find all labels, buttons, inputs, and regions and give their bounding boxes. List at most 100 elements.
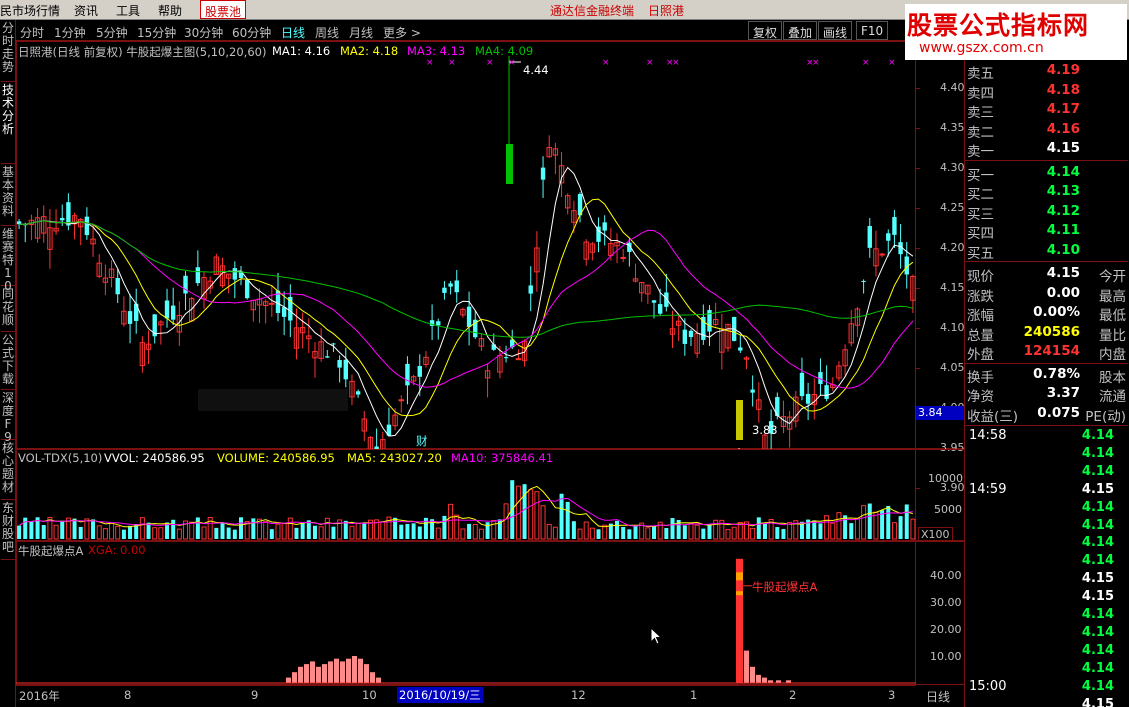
- candle-body: [651, 300, 657, 303]
- volume-bar: [226, 527, 231, 539]
- indicator-axis: [915, 541, 965, 685]
- period-daily[interactable]: 日线: [281, 24, 305, 41]
- volume-bar: [214, 527, 219, 539]
- volume-bar: [843, 515, 848, 539]
- tick-row: 4.14: [965, 606, 1128, 624]
- candle-body: [170, 305, 176, 320]
- volume-bar: [287, 517, 293, 540]
- side-tab-tonghuashun[interactable]: 同花顺: [1, 288, 15, 332]
- volume-bar: [731, 526, 737, 540]
- volume-bar: [201, 526, 207, 540]
- quote-sell-row: 卖五 4.19: [965, 61, 1128, 82]
- quote-buy-row: 买三 4.12: [965, 202, 1128, 223]
- quote-stat-label2: 今开: [1099, 269, 1126, 285]
- volume-bar: [645, 527, 651, 540]
- period-indicator[interactable]: 日线: [926, 688, 950, 705]
- menu-help[interactable]: 帮助: [158, 2, 182, 19]
- side-tab-core[interactable]: 核心题材: [1, 442, 15, 500]
- tick-row: 4.14: [965, 660, 1128, 678]
- signal-bar-yellow: [736, 400, 743, 440]
- tick-row: 4.15: [965, 570, 1128, 588]
- kline-chart[interactable]: × × × × × × ×× ×× × ×: [16, 41, 916, 449]
- side-tab-fenshi[interactable]: 分时走势: [1, 22, 15, 82]
- quote-stat-row: 换手 0.78% 股本: [965, 365, 1128, 386]
- signal-marker: ×: [602, 58, 610, 68]
- indicator-bar: [304, 664, 309, 683]
- volume-bar: [324, 517, 330, 540]
- draw-line-button[interactable]: 画线: [818, 21, 853, 40]
- period-fenshi[interactable]: 分时: [20, 24, 44, 41]
- side-tab-tech[interactable]: 技术分析: [1, 84, 15, 164]
- quote-stat-label: 涨跌: [967, 288, 994, 305]
- quote-sell-price: 4.17: [1046, 101, 1080, 117]
- tick-row: 4.14: [965, 463, 1128, 481]
- volume-bar: [670, 518, 675, 539]
- volume-bar: [128, 525, 133, 539]
- tick-row: 4.14: [965, 445, 1128, 463]
- volume-bar: [17, 525, 22, 539]
- quote-stat-label2: 最高: [1099, 288, 1126, 305]
- kline-tick-mark: [916, 168, 920, 169]
- volume-bar: [491, 519, 497, 540]
- fuquan-button[interactable]: 复权: [748, 21, 783, 40]
- candle-body: [688, 330, 694, 338]
- side-tab-basic[interactable]: 基本资料: [1, 166, 15, 226]
- volume-bar: [435, 527, 441, 540]
- period-weekly[interactable]: 周线: [315, 24, 339, 41]
- menu-news[interactable]: 资讯: [74, 2, 98, 19]
- candle-body: [84, 216, 90, 236]
- period-monthly[interactable]: 月线: [349, 24, 373, 41]
- volume-bar: [707, 524, 712, 539]
- period-15min[interactable]: 15分钟: [137, 24, 176, 41]
- candle-body: [244, 279, 250, 299]
- tick-price: 4.14: [1081, 517, 1114, 533]
- tick-row: 4.14: [965, 517, 1128, 535]
- quote-divider: [965, 261, 1128, 262]
- tick-row: 15:00 4.14: [965, 678, 1128, 696]
- date-label-mar: 3: [888, 688, 896, 702]
- candle-body: [466, 306, 472, 327]
- signal-marker: ×: [426, 58, 434, 68]
- quote-stat-label: 现价: [967, 269, 994, 285]
- finance-marker[interactable]: 财: [416, 433, 428, 449]
- tick-row: 4.15: [965, 696, 1128, 707]
- volume-bar: [23, 517, 28, 539]
- volume-bar: [41, 525, 46, 539]
- indicator-bar: [286, 677, 291, 683]
- period-5min[interactable]: 5分钟: [96, 24, 128, 41]
- menu-market[interactable]: 民市场行情: [0, 2, 60, 19]
- volume-bar: [725, 529, 731, 540]
- period-30min[interactable]: 30分钟: [184, 24, 223, 41]
- quote-stat-value: 0.00%: [1033, 304, 1080, 320]
- quote-sell-row: 卖四 4.18: [965, 81, 1128, 102]
- side-tab-weisaite[interactable]: 维赛特10: [1, 228, 15, 293]
- ind-tick-30: 30.00: [930, 596, 962, 609]
- date-label-sep: 9: [251, 688, 259, 702]
- candle-body: [66, 202, 71, 226]
- period-1min[interactable]: 1分钟: [54, 24, 86, 41]
- volume-chart[interactable]: [16, 449, 916, 541]
- overlay-button[interactable]: 叠加: [783, 21, 818, 40]
- signal-marker: ×: [448, 58, 456, 68]
- volume-bar: [781, 529, 786, 539]
- quote-buy-price: 4.13: [1046, 183, 1080, 199]
- volume-bar: [886, 505, 891, 539]
- quote-sell-row: 卖二 4.16: [965, 120, 1128, 141]
- side-tab-eastmoney[interactable]: 东财股吧: [1, 502, 15, 560]
- candle-body: [331, 343, 336, 345]
- period-60min[interactable]: 60分钟: [232, 24, 271, 41]
- volume-bar: [694, 524, 700, 540]
- menu-tools[interactable]: 工具: [116, 2, 140, 19]
- f10-button[interactable]: F10: [856, 21, 889, 40]
- side-tab-formula[interactable]: 公式下载: [1, 334, 15, 390]
- candle-body: [540, 167, 546, 180]
- date-label-oct: 10: [362, 688, 377, 702]
- signal-marker: ×: [888, 58, 896, 68]
- quote-buy-row: 买五 4.10: [965, 241, 1128, 262]
- menu-stock-pool[interactable]: 股票池: [200, 0, 247, 19]
- side-tab-depth[interactable]: 深度F9: [1, 392, 15, 444]
- quote-sell-price: 4.16: [1046, 120, 1080, 137]
- indicator-chart[interactable]: [16, 541, 916, 685]
- period-more[interactable]: 更多 >: [383, 24, 421, 41]
- quote-stat-label: 净资: [967, 389, 994, 405]
